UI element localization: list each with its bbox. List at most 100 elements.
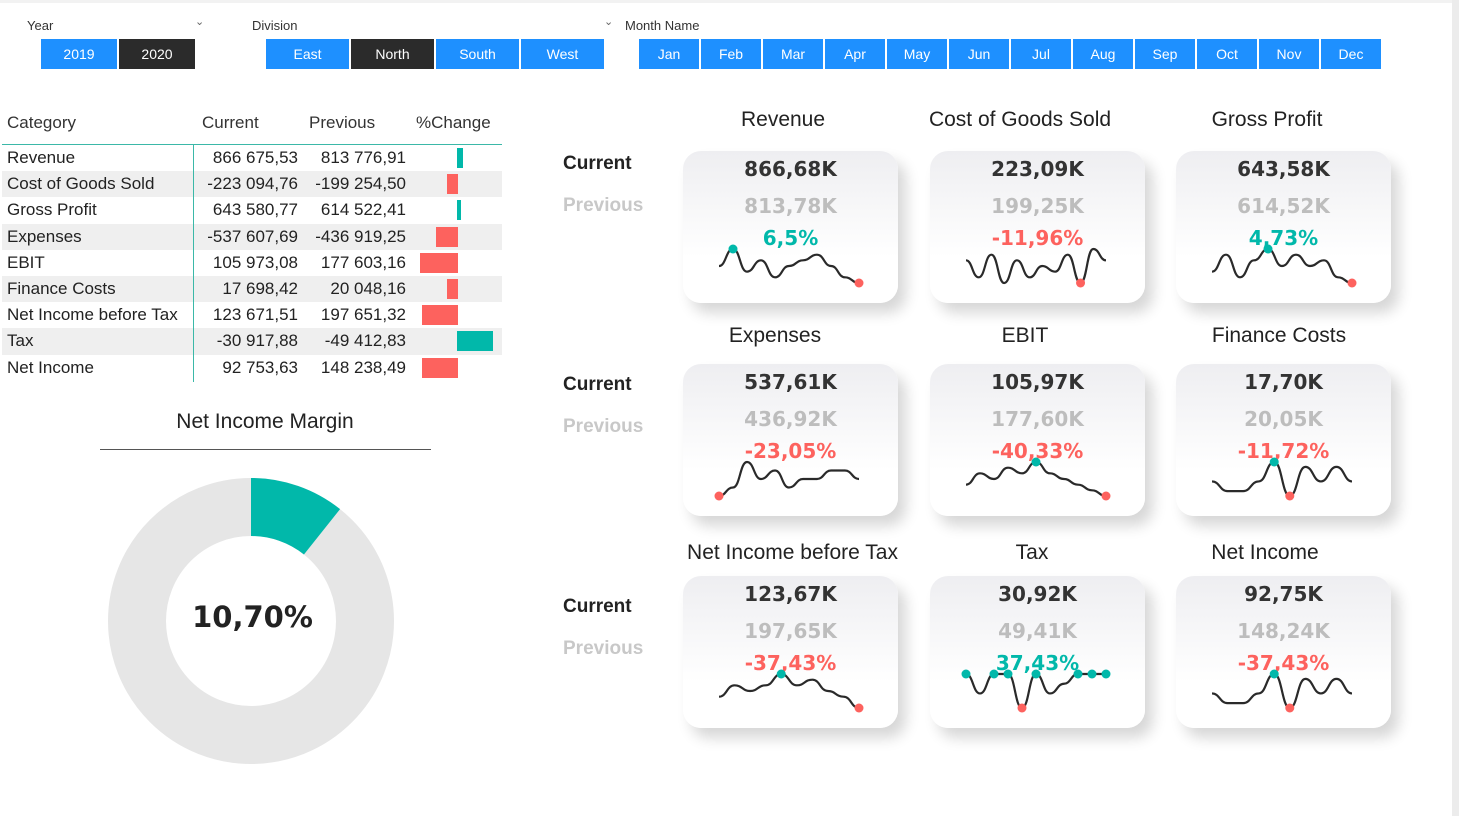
kpi-previous-value: 813,78K [744, 194, 837, 218]
sparkline-high-marker [1031, 457, 1041, 467]
cell-current: -30 917,88 [216, 331, 298, 351]
change-bar [446, 174, 458, 195]
sparkline-path [965, 672, 1106, 710]
kpi-card[interactable]: 105,97K 177,60K -40,33% [930, 364, 1145, 516]
table-row[interactable]: Net Income 92 753,63 148 238,49 [2, 355, 502, 381]
header-change[interactable]: %Change [416, 113, 491, 133]
cell-category: Revenue [7, 148, 76, 167]
kpi-current-value: 537,61K [744, 370, 837, 394]
month-option-aug[interactable]: Aug [1073, 39, 1133, 69]
kpi-card[interactable]: 643,58K 614,52K 4,73% [1176, 151, 1391, 303]
sparkline-low-marker [1285, 703, 1295, 713]
sparkline [1211, 244, 1357, 288]
net-income-margin-title: Net Income Margin [176, 410, 354, 433]
month-option-oct[interactable]: Oct [1197, 39, 1257, 69]
cell-previous: 614 522,41 [320, 200, 406, 220]
month-option-jun[interactable]: Jun [949, 39, 1009, 69]
table-row[interactable]: Tax -30 917,88 -49 412,83 [2, 328, 502, 355]
month-option-mar[interactable]: Mar [763, 39, 823, 69]
row2-previous-label: Previous [563, 416, 644, 437]
sparkline-low-marker [714, 491, 724, 501]
header-category[interactable]: Category [7, 113, 76, 133]
month-option-dec[interactable]: Dec [1321, 39, 1381, 69]
kpi-current-value: 223,09K [991, 157, 1084, 181]
cell-previous: 20 048,16 [330, 278, 406, 298]
chevron-down-icon[interactable]: ⌄ [195, 15, 204, 28]
donut-value-label: 10,70% [192, 600, 313, 634]
sparkline-path [718, 672, 860, 710]
kpi-previous-value: 614,52K [1237, 194, 1330, 218]
division-option-east[interactable]: East [266, 39, 349, 69]
kpi-title-net-income: Net Income [1211, 541, 1319, 564]
kpi-current-value: 92,75K [1244, 582, 1323, 606]
window-top-edge [0, 0, 1452, 3]
table-row[interactable]: Revenue 866 675,53 813 776,91 [2, 145, 502, 171]
sparkline-high-marker [1087, 669, 1097, 679]
sparkline-high-marker [989, 669, 999, 679]
change-bar [436, 226, 458, 247]
change-bar [457, 148, 464, 168]
sparkline [1211, 457, 1353, 501]
sparkline-high-marker [1031, 669, 1041, 679]
kpi-card[interactable]: 866,68K 813,78K 6,5% [683, 151, 898, 303]
sparkline-high-marker [1101, 669, 1111, 679]
pnl-table: Category Current Previous %Change Revenu… [2, 108, 502, 381]
change-bar [446, 278, 458, 299]
sparkline [714, 460, 860, 501]
cell-previous: -49 412,83 [324, 331, 406, 351]
month-option-sep[interactable]: Sep [1135, 39, 1195, 69]
kpi-card[interactable]: 123,67K 197,65K -37,43% [683, 576, 898, 728]
division-slicer: East North South West [266, 39, 604, 69]
table-column-divider [193, 145, 194, 382]
table-header: Category Current Previous %Change [2, 108, 502, 145]
kpi-title-ebit: EBIT [1001, 324, 1049, 347]
month-option-apr[interactable]: Apr [825, 39, 885, 69]
kpi-current-value: 105,97K [991, 370, 1084, 394]
month-option-may[interactable]: May [887, 39, 947, 69]
kpi-card[interactable]: 30,92K 49,41K 37,43% [930, 576, 1145, 728]
header-previous[interactable]: Previous [309, 113, 375, 133]
kpi-previous-value: 177,60K [991, 407, 1084, 431]
window-scrollbar[interactable] [1452, 0, 1459, 816]
kpi-title-expenses: Expenses [728, 324, 822, 347]
kpi-previous-value: 197,65K [744, 619, 837, 643]
month-option-feb[interactable]: Feb [701, 39, 761, 69]
kpi-previous-value: 436,92K [744, 407, 837, 431]
sparkline-low-marker [1076, 278, 1086, 288]
header-current[interactable]: Current [202, 113, 259, 133]
table-row[interactable]: Finance Costs 17 698,42 20 048,16 [2, 275, 502, 303]
division-option-north[interactable]: North [351, 39, 434, 69]
cell-current: -223 094,76 [207, 174, 298, 194]
table-row[interactable]: Net Income before Tax 123 671,51 197 651,3… [2, 302, 502, 328]
row3-current-label: Current [563, 596, 632, 617]
month-option-nov[interactable]: Nov [1259, 39, 1319, 69]
kpi-card[interactable]: 17,70K 20,05K -11,72% [1176, 364, 1391, 516]
row2-current-label: Current [563, 374, 632, 395]
change-bar [419, 252, 458, 273]
table-row[interactable]: Expenses -537 607,69 -436 919,25 [2, 223, 502, 250]
sparkline-path [1211, 672, 1353, 710]
sparkline-low-marker [1285, 491, 1295, 501]
division-option-south[interactable]: South [436, 39, 519, 69]
cell-category: Net Income [7, 357, 94, 377]
table-row[interactable]: Cost of Goods Sold -223 094,76 -199 254,50 [2, 171, 502, 198]
month-option-jul[interactable]: Jul [1011, 39, 1071, 69]
cell-category: Tax [7, 331, 34, 351]
month-option-jan[interactable]: Jan [639, 39, 699, 69]
year-option-2020[interactable]: 2020 [119, 39, 195, 69]
row3-previous-label: Previous [563, 638, 644, 659]
cell-previous: 197 651,32 [320, 305, 406, 325]
kpi-card[interactable]: 92,75K 148,24K -37,43% [1176, 576, 1391, 728]
division-option-west[interactable]: West [521, 39, 604, 69]
year-option-2019[interactable]: 2019 [41, 39, 117, 69]
table-row[interactable]: EBIT 105 973,08 177 603,16 [2, 250, 502, 276]
table-row[interactable]: Gross Profit 643 580,77 614 522,41 [2, 197, 502, 223]
table-body: Revenue 866 675,53 813 776,91 Cost of Goods… [2, 145, 502, 381]
sparkline-high-marker [776, 669, 786, 679]
kpi-card[interactable]: 537,61K 436,92K -23,05% [683, 364, 898, 516]
sparkline-high-marker [728, 244, 738, 254]
cell-category: Cost of Goods Sold [7, 174, 155, 194]
kpi-card[interactable]: 223,09K 199,25K -11,96% [930, 151, 1145, 303]
sparkline-path [1211, 247, 1353, 285]
chevron-down-icon[interactable]: ⌄ [604, 15, 613, 28]
